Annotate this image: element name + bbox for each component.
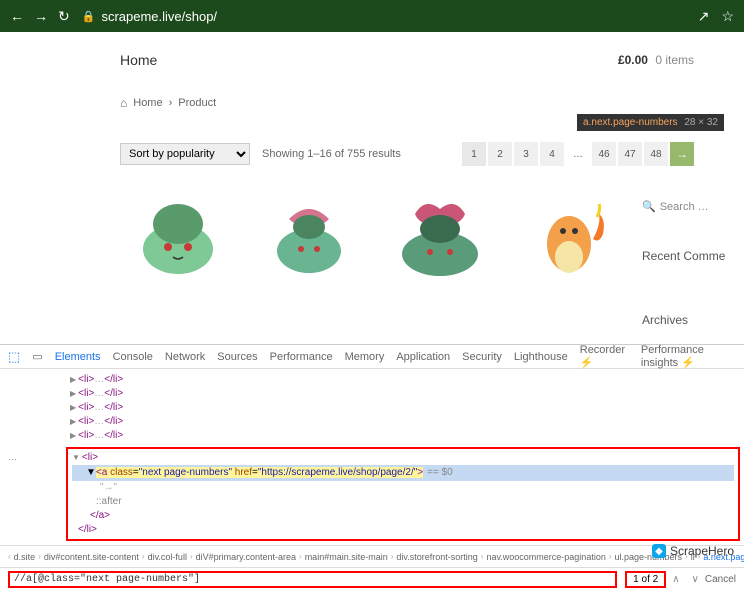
inspect-element-icon[interactable]: ⬚ (8, 349, 20, 365)
page-2[interactable]: 2 (488, 142, 512, 166)
device-toggle-icon[interactable]: ▭ (32, 350, 42, 363)
pagination: a.next.page-numbers 28 × 32 1 2 3 4 … 46… (462, 142, 694, 166)
recent-comments-heading: Recent Comme (642, 249, 732, 263)
breadcrumb-product: Product (178, 97, 216, 109)
address-bar[interactable]: 🔒 scrapeme.live/shop/ (82, 9, 686, 24)
highlighted-dom-block: ▼<li> … ▼<a class="next page-numbers" hr… (66, 447, 740, 541)
dom-tree[interactable]: ▶<li>…</li> ▶<li>…</li> ▶<li>…</li> ▶<li… (0, 369, 744, 541)
search-prev[interactable]: ∧ (672, 574, 679, 585)
cart-items: 0 items (655, 53, 694, 67)
lock-icon: 🔒 (82, 10, 96, 23)
dom-li-close[interactable]: </li> (72, 523, 734, 537)
product-charmander[interactable] (513, 184, 628, 284)
ellipsis-indicator: … (8, 450, 17, 464)
crumb-0[interactable]: d.site (14, 552, 36, 562)
url-text: scrapeme.live/shop/ (101, 9, 217, 24)
browser-toolbar: ← → ↻ 🔒 scrapeme.live/shop/ ↗ ☆ (0, 0, 744, 32)
crumb-1[interactable]: div#content.site-content (44, 552, 139, 562)
shop-controls: Sort by popularity Showing 1–16 of 755 r… (120, 142, 694, 166)
tab-application[interactable]: Application (396, 351, 450, 363)
dom-li-5[interactable]: ▶<li>…</li> (70, 429, 736, 443)
page-48[interactable]: 48 (644, 142, 668, 166)
dom-li-4[interactable]: ▶<li>…</li> (70, 415, 736, 429)
search-box[interactable]: 🔍 Search … (642, 200, 732, 213)
product-ivysaur[interactable] (251, 184, 366, 284)
share-icon[interactable]: ↗ (698, 8, 710, 25)
site-header: Home £0.00 0 items (120, 52, 694, 68)
tab-lighthouse[interactable]: Lighthouse (514, 351, 568, 363)
breadcrumb-sep: › (169, 97, 173, 109)
page-46[interactable]: 46 (592, 142, 616, 166)
breadcrumb: ⌂ Home › Product (120, 96, 694, 110)
watermark: ◆ ScrapeHero (652, 544, 734, 558)
watermark-icon: ◆ (652, 544, 666, 558)
home-link[interactable]: Home (120, 52, 157, 68)
crumb-5[interactable]: div.storefront-sorting (396, 552, 477, 562)
tab-sources[interactable]: Sources (217, 351, 257, 363)
archives-heading: Archives (642, 313, 732, 327)
tab-perf-insights[interactable]: Performance insights ⚡ (641, 344, 736, 369)
browser-actions: ↗ ☆ (698, 8, 734, 25)
dom-li-2[interactable]: ▶<li>…</li> (70, 387, 736, 401)
tab-performance[interactable]: Performance (270, 351, 333, 363)
dom-li-open[interactable]: ▼<li> (72, 451, 734, 465)
watermark-text: ScrapeHero (670, 544, 734, 558)
crumb-3[interactable]: diV#primary.content-area (196, 552, 296, 562)
page-dots: … (566, 142, 590, 166)
sort-select[interactable]: Sort by popularity (120, 143, 250, 165)
reload-button[interactable]: ↻ (58, 8, 70, 25)
search-next[interactable]: ∨ (692, 574, 699, 585)
tooltip-selector: a.next.page-numbers (583, 117, 678, 128)
tooltip-dims: 28 × 32 (684, 117, 718, 128)
tab-console[interactable]: Console (113, 351, 153, 363)
devtools-panel: ⬚ ▭ Elements Console Network Sources Per… (0, 344, 744, 564)
crumb-2[interactable]: div.col-full (148, 552, 187, 562)
dom-after[interactable]: ::after (72, 495, 734, 509)
nav-buttons: ← → ↻ (10, 8, 70, 25)
page-4[interactable]: 4 (540, 142, 564, 166)
crumb-4[interactable]: main#main.site-main (305, 552, 388, 562)
search-input[interactable]: //a[@class="next page-numbers"] (8, 571, 617, 588)
search-placeholder: Search … (660, 201, 709, 213)
forward-button[interactable]: → (34, 8, 48, 25)
cart-info[interactable]: £0.00 0 items (618, 53, 694, 67)
crumb-6[interactable]: nav.woocommerce-pagination (486, 552, 605, 562)
devtools-tabs: ⬚ ▭ Elements Console Network Sources Per… (0, 345, 744, 369)
home-icon[interactable]: ⌂ (120, 96, 127, 110)
back-button[interactable]: ← (10, 8, 24, 25)
dom-arrow-text[interactable]: "→" (72, 481, 734, 495)
page-3[interactable]: 3 (514, 142, 538, 166)
search-icon: 🔍 (642, 200, 656, 213)
results-count: Showing 1–16 of 755 results (262, 148, 401, 160)
page-1[interactable]: 1 (462, 142, 486, 166)
product-venusaur[interactable] (382, 184, 497, 284)
breadcrumb-home[interactable]: Home (133, 97, 162, 109)
tab-elements[interactable]: Elements (55, 351, 101, 363)
page-47[interactable]: 47 (618, 142, 642, 166)
dom-a-highlighted[interactable]: ▼<a class="next page-numbers" href="http… (72, 465, 734, 481)
star-icon[interactable]: ☆ (721, 8, 734, 25)
product-bulbasaur[interactable] (120, 184, 235, 284)
tab-security[interactable]: Security (462, 351, 502, 363)
devtools-search-bar: //a[@class="next page-numbers"] 1 of 2 ∧… (0, 567, 744, 591)
page-content: Home £0.00 0 items ⌂ Home › Product Sort… (0, 32, 744, 344)
product-grid (120, 184, 694, 284)
tab-network[interactable]: Network (165, 351, 205, 363)
page-next[interactable]: → (670, 142, 694, 166)
dom-a-close[interactable]: </a> (72, 509, 734, 523)
cart-price: £0.00 (618, 53, 648, 67)
dom-li-3[interactable]: ▶<li>…</li> (70, 401, 736, 415)
tab-memory[interactable]: Memory (345, 351, 385, 363)
search-count: 1 of 2 (625, 571, 666, 588)
tab-recorder[interactable]: Recorder ⚡ (580, 344, 629, 369)
inspect-tooltip: a.next.page-numbers 28 × 32 (577, 114, 724, 131)
cancel-button[interactable]: Cancel (705, 574, 736, 585)
dom-li-1[interactable]: ▶<li>…</li> (70, 373, 736, 387)
